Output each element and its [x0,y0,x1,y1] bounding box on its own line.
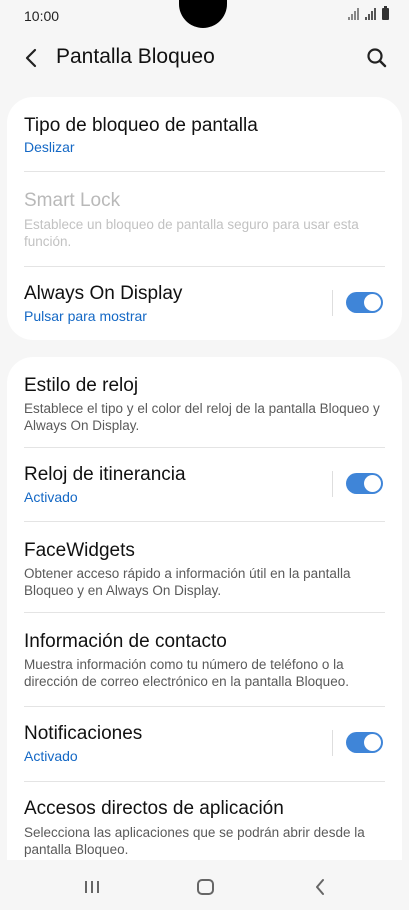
app-shortcuts-desc: Selecciona las aplicaciones que se podrá… [24,825,365,857]
contact-info-title: Información de contacto [24,631,227,652]
smart-lock-title: Smart Lock [24,190,121,211]
facewidgets-title: FaceWidgets [24,540,135,561]
signal-icon [348,8,359,20]
toggle-knob [364,734,381,751]
screen-lock-type-title: Tipo de bloqueo de pantalla [24,115,258,136]
roaming-clock-row[interactable]: Reloj de itinerancia Activado [7,448,402,521]
roaming-clock-title: Reloj de itinerancia [24,464,186,485]
search-icon[interactable] [363,44,391,72]
battery-icon [382,6,389,20]
clock-style-row[interactable]: Estilo de reloj Establece el tipo y el c… [7,357,402,447]
toggle-knob [364,294,381,311]
facewidgets-row[interactable]: FaceWidgets Obtener acceso rápido a info… [7,522,402,612]
smart-lock-desc: Establece un bloqueo de pantalla seguro … [24,217,359,249]
separator [332,471,333,497]
status-time: 10:00 [24,8,60,24]
smart-lock-row: Smart Lock Establece un bloqueo de panta… [7,172,402,266]
always-on-display-row[interactable]: Always On Display Pulsar para mostrar [7,267,402,340]
roaming-clock-value: Activado [24,489,78,505]
recent-apps-icon[interactable] [84,880,100,894]
status-bar: 10:00 [0,0,409,32]
separator [332,290,333,316]
notifications-toggle[interactable] [346,732,383,753]
always-on-display-value: Pulsar para mostrar [24,308,147,324]
settings-card-clock: Estilo de reloj Establece el tipo y el c… [7,357,402,860]
roaming-clock-toggle[interactable] [346,473,383,494]
app-shortcuts-row[interactable]: Accesos directos de aplicación Seleccion… [7,782,402,860]
notifications-row[interactable]: Notificaciones Activado [7,707,402,781]
toggle-knob [364,475,381,492]
back-arrow-icon[interactable] [18,44,46,72]
screen-lock-type-row[interactable]: Tipo de bloqueo de pantalla Deslizar [7,97,402,171]
page-title: Pantalla Bloqueo [56,45,215,68]
nav-back-icon[interactable] [313,878,327,896]
camera-notch [179,0,227,28]
screen-lock-type-value: Deslizar [24,139,75,155]
always-on-display-title: Always On Display [24,283,183,304]
app-shortcuts-title: Accesos directos de aplicación [24,798,284,819]
app-bar: Pantalla Bloqueo [0,32,409,84]
always-on-display-toggle[interactable] [346,292,383,313]
clock-style-title: Estilo de reloj [24,375,139,396]
notifications-value: Activado [24,748,78,764]
contact-info-desc: Muestra información como tu número de te… [24,657,349,689]
signal-icon-2 [365,8,376,20]
notifications-title: Notificaciones [24,723,143,744]
contact-info-row[interactable]: Información de contacto Muestra informac… [7,613,402,706]
navigation-bar [0,860,409,910]
settings-card-lock: Tipo de bloqueo de pantalla Deslizar Sma… [7,97,402,340]
facewidgets-desc: Obtener acceso rápido a información útil… [24,566,351,598]
clock-style-desc: Establece el tipo y el color del reloj d… [24,401,380,433]
home-icon[interactable] [197,879,214,895]
status-icons [348,6,389,20]
separator [332,730,333,756]
